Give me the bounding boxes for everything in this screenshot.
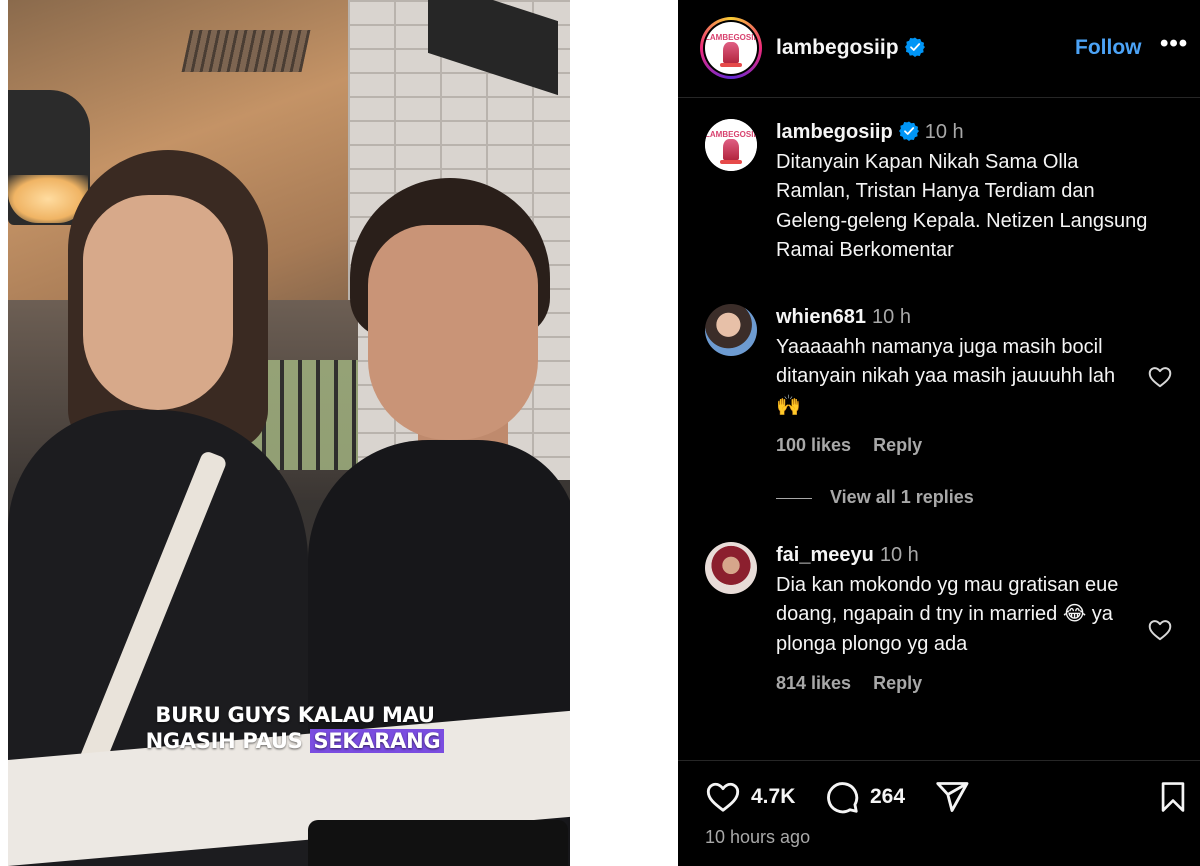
view-replies-label: View all 1 replies [830, 487, 974, 507]
comment-body: whien681 10 h Yaaaaahh namanya juga masih… [776, 303, 1116, 461]
comment-body: fai_meeyu 10 h Dia kan mokondo yg mau gra… [776, 541, 1136, 699]
comment-time: 10 h [879, 544, 919, 566]
caption-avatar-logo-figure [723, 138, 739, 160]
comment-reply-button[interactable]: Reply [873, 673, 922, 693]
post-header: LAMBEGOSIIP lambegosiip Follow ••• [678, 0, 1200, 98]
caption-text: Ditanyain Kapan Nikah Sama Olla Ramlan, … [776, 150, 1148, 262]
comment-meta: 814 likes Reply [776, 669, 1136, 699]
post-panel: LAMBEGOSIIP lambegosiip Follow ••• LAMBE… [678, 0, 1200, 866]
comment-text: Dia kan mokondo yg mau gratisan eue doan… [776, 571, 1136, 660]
caption-head: lambegosiip 10 h [776, 118, 1156, 148]
story-ring[interactable]: LAMBEGOSIIP [700, 17, 762, 79]
post-video[interactable]: BURU GUYS KALAU MAU NGASIH PAUS SEKARANG [8, 0, 570, 866]
posted-time: 10 hours ago [705, 827, 811, 847]
verified-badge-icon [898, 121, 919, 141]
caption-username[interactable]: lambegosiip [776, 121, 893, 143]
comment-head: fai_meeyu 10 h [776, 541, 1136, 571]
bookmark-icon[interactable] [1156, 780, 1190, 814]
share-paper-plane-icon[interactable] [934, 779, 970, 815]
verified-badge-icon [904, 37, 925, 57]
video-caption-line-1: BURU GUYS KALAU MAU [155, 703, 435, 727]
avatar-logo-figure [723, 41, 739, 63]
comment-time: 10 h [872, 306, 911, 328]
comment-action[interactable]: 264 [824, 779, 905, 815]
video-vent [181, 30, 311, 72]
comment-reply-button[interactable]: Reply [873, 435, 922, 455]
commenter-avatar[interactable] [705, 542, 757, 594]
action-bar: 4.7K 264 10 hours ago [678, 760, 1200, 866]
comment-head: whien681 10 h [776, 303, 1116, 333]
video-caption-line-2: NGASIH PAUS SEKARANG [140, 728, 450, 754]
video-person-right-face [368, 225, 538, 440]
commenter-avatar[interactable] [705, 304, 757, 356]
heart-icon[interactable] [705, 779, 741, 815]
caption-avatar-logo: LAMBEGOSIIP [705, 119, 757, 171]
comment-username[interactable]: whien681 [776, 306, 866, 328]
caption-avatar[interactable]: LAMBEGOSIIP [705, 119, 757, 171]
comment-bubble-icon[interactable] [824, 779, 860, 815]
comment-likes[interactable]: 100 likes [776, 435, 851, 455]
like-count[interactable]: 4.7K [751, 785, 795, 809]
comment-text-content: Dia kan mokondo yg mau gratisan eue doan… [776, 573, 1119, 655]
caption-time: 10 h [924, 121, 964, 143]
comments-section[interactable]: LAMBEGOSIIP lambegosiip 10 h Ditanyain Ka… [678, 99, 1200, 759]
video-caption: BURU GUYS KALAU MAU NGASIH PAUS SEKARANG [140, 702, 450, 754]
comment-text-content: Yaaaaahh namanya juga masih bocil ditany… [776, 335, 1116, 417]
follow-button[interactable]: Follow [1075, 36, 1142, 60]
comment-meta: 100 likes Reply [776, 431, 1116, 461]
comment-count[interactable]: 264 [870, 785, 905, 809]
video-caption-highlight: SEKARANG [309, 729, 445, 753]
like-action[interactable]: 4.7K [705, 779, 795, 815]
account-avatar[interactable]: LAMBEGOSIIP [705, 22, 757, 74]
comment-like-heart-icon[interactable] [1147, 364, 1173, 390]
view-replies-line [776, 497, 812, 499]
header-username-wrap: lambegosiip [776, 36, 925, 60]
comment-username[interactable]: fai_meeyu [776, 544, 874, 566]
comment-text: Yaaaaahh namanya juga masih bocil ditany… [776, 333, 1116, 422]
caption-avatar-logo-base [719, 159, 743, 164]
caption-body: lambegosiip 10 h Ditanyain Kapan Nikah Sa… [776, 118, 1156, 266]
view-replies-button[interactable]: View all 1 replies [776, 487, 974, 508]
video-caption-line-2-a: NGASIH PAUS [145, 729, 310, 753]
video-phone [308, 820, 568, 866]
comment-like-heart-icon[interactable] [1147, 617, 1173, 643]
more-horizontal-icon[interactable]: ••• [1160, 30, 1188, 58]
save-action[interactable] [1156, 779, 1190, 815]
video-person-left-face [83, 195, 233, 410]
comment-likes[interactable]: 814 likes [776, 673, 851, 693]
share-action[interactable] [934, 779, 970, 815]
header-username[interactable]: lambegosiip [776, 36, 899, 59]
avatar-logo-base [719, 62, 743, 67]
